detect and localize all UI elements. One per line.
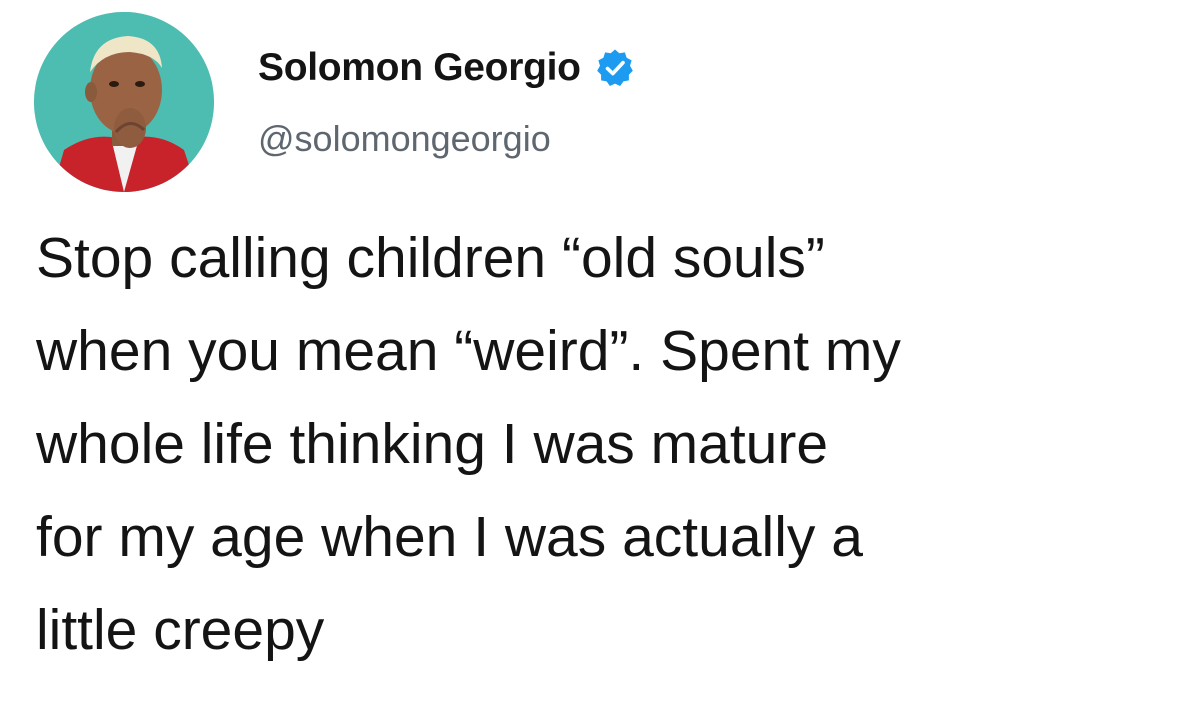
tweet-card: Solomon Georgio @solomongeorgio Stop cal… bbox=[0, 0, 1179, 708]
tweet-text: Stop calling children “old souls” when y… bbox=[36, 212, 1166, 677]
author-display-name[interactable]: Solomon Georgio bbox=[258, 46, 581, 90]
tweet-text-line: when you mean “weird”. Spent my bbox=[36, 319, 901, 383]
tweet-text-line: Stop calling children “old souls” bbox=[36, 226, 825, 290]
tweet-text-line: little creepy bbox=[36, 598, 325, 662]
tweet-text-line: for my age when I was actually a bbox=[36, 505, 863, 569]
avatar[interactable] bbox=[34, 12, 214, 192]
author-name-row: Solomon Georgio bbox=[258, 42, 635, 94]
profile-photo bbox=[34, 12, 214, 192]
tweet-text-line: whole life thinking I was mature bbox=[36, 412, 829, 476]
author-handle[interactable]: @solomongeorgio bbox=[258, 118, 551, 160]
verified-badge-icon bbox=[595, 48, 635, 88]
